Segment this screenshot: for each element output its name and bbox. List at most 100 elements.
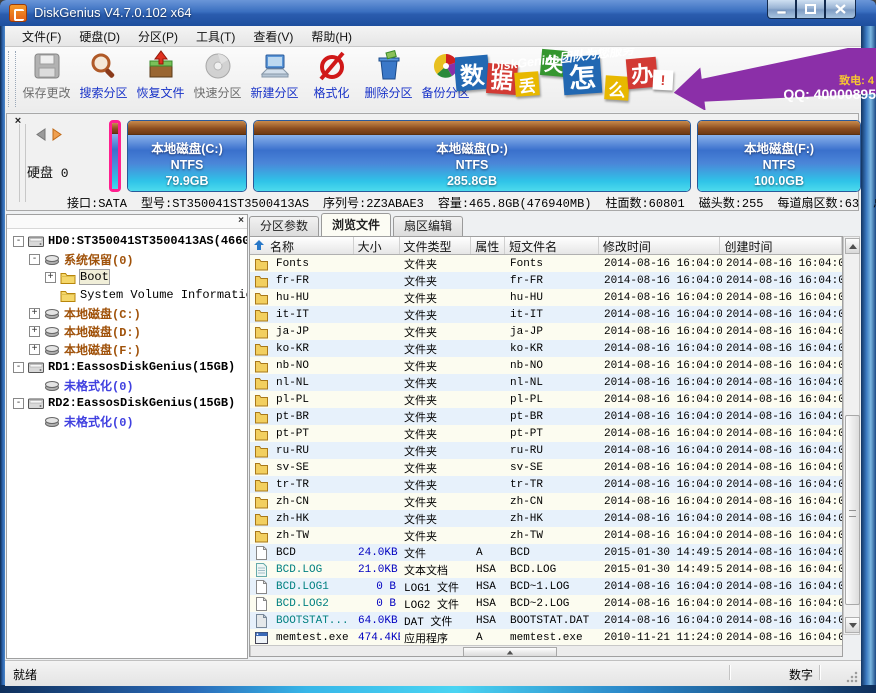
horizontal-scrollbar-thumb[interactable]	[463, 647, 557, 657]
table-row[interactable]: zh-CN文件夹zh-CN2014-08-16 16:04:032014-08-…	[250, 493, 842, 510]
tab-扇区编辑[interactable]: 扇区编辑	[393, 216, 463, 236]
partition-name: 本地磁盘(F:)	[744, 141, 814, 157]
table-row[interactable]: BCD.LOG21.0KB文本文档HSABCD.LOG2015-01-30 14…	[250, 561, 842, 578]
column-header-6[interactable]: 创建时间	[720, 237, 842, 254]
table-row[interactable]: nl-NL文件夹nl-NL2014-08-16 16:04:032014-08-…	[250, 374, 842, 391]
minimize-button[interactable]	[767, 0, 796, 19]
table-row[interactable]: BCD.LOG20 BLOG2 文件HSABCD~2.LOG2014-08-16…	[250, 595, 842, 612]
scroll-down-button[interactable]	[845, 617, 860, 633]
next-disk-arrow-icon[interactable]	[52, 128, 63, 141]
ad-banner[interactable]: 数据丢失怎么办! DiskGenius团队为您服务 致电: 4 QQ: 4000…	[455, 48, 876, 110]
menu-item-2[interactable]: 分区(P)	[129, 26, 187, 47]
tree-item-0[interactable]: -HD0:ST350041ST3500413AS(466GB)	[7, 232, 247, 250]
table-row[interactable]: ru-RU文件夹ru-RU2014-08-16 16:04:032014-08-…	[250, 442, 842, 459]
cell-created: 2014-08-16 16:04:03	[722, 292, 842, 304]
table-row[interactable]: sv-SE文件夹sv-SE2014-08-16 16:04:032014-08-…	[250, 459, 842, 476]
toolbar-button-delete[interactable]: 删除分区	[360, 50, 417, 108]
ad-tile-0: 数	[455, 55, 490, 92]
table-row[interactable]: pt-PT文件夹pt-PT2014-08-16 16:04:032014-08-…	[250, 425, 842, 442]
cell-size: 0 B	[354, 581, 400, 593]
horizontal-scrollbar[interactable]	[250, 645, 843, 657]
resize-grip[interactable]	[846, 671, 858, 683]
column-header-4[interactable]: 短文件名	[505, 237, 599, 254]
tree-panel-close-icon[interactable]: ×	[238, 215, 244, 227]
toolbar-button-format[interactable]: 格式化	[303, 50, 360, 108]
tab-浏览文件[interactable]: 浏览文件	[321, 213, 391, 236]
folder-icon	[250, 427, 272, 441]
column-header-5[interactable]: 修改时间	[599, 237, 721, 254]
partition-size: 285.8GB	[447, 173, 497, 189]
tree-expand-icon[interactable]: -	[13, 362, 24, 373]
tree-item-7[interactable]: -RD1:EassosDiskGenius(15GB)	[7, 358, 247, 376]
column-header-0[interactable]: 名称	[250, 237, 354, 254]
partition-bar-1[interactable]: 本地磁盘(C:)NTFS79.9GB	[127, 120, 247, 192]
tree-item-3[interactable]: System Volume Information	[7, 286, 247, 304]
tree-item-10[interactable]: 未格式化(0)	[7, 412, 247, 430]
maximize-button[interactable]	[796, 0, 825, 19]
cell-modified: 2010-11-21 11:24:03	[600, 632, 722, 644]
table-row[interactable]: pl-PL文件夹pl-PL2014-08-16 16:04:032014-08-…	[250, 391, 842, 408]
tree-expand-icon[interactable]: +	[45, 272, 56, 283]
table-row[interactable]: BCD24.0KB文件ABCD2015-01-30 14:49:542014-0…	[250, 544, 842, 561]
table-row[interactable]: it-IT文件夹it-IT2014-08-16 16:04:032014-08-…	[250, 306, 842, 323]
table-row[interactable]: zh-HK文件夹zh-HK2014-08-16 16:04:032014-08-…	[250, 510, 842, 527]
title-bar[interactable]: DiskGenius V4.7.0.102 x64	[0, 0, 876, 27]
tree-expand-icon[interactable]: -	[13, 398, 24, 409]
menu-item-4[interactable]: 查看(V)	[244, 26, 302, 47]
toolbar-button-search[interactable]: 搜索分区	[75, 50, 132, 108]
cell-type: 文件夹	[400, 528, 472, 544]
tree-expand-icon[interactable]: +	[29, 308, 40, 319]
toolbar-button-new-partition[interactable]: 新建分区	[246, 50, 303, 108]
table-row[interactable]: ko-KR文件夹ko-KR2014-08-16 16:04:032014-08-…	[250, 340, 842, 357]
tree-expand-icon[interactable]: -	[13, 236, 24, 247]
tree-expand-icon[interactable]: -	[29, 254, 40, 265]
partition-bar-3[interactable]: 本地磁盘(F:)NTFS100.0GB	[697, 120, 861, 192]
tree-item-4[interactable]: +本地磁盘(C:)	[7, 304, 247, 322]
folder-icon	[250, 376, 272, 390]
partition-bar-selected[interactable]	[109, 120, 121, 192]
tree-item-5[interactable]: +本地磁盘(D:)	[7, 322, 247, 340]
table-row[interactable]: nb-NO文件夹nb-NO2014-08-16 16:04:032014-08-…	[250, 357, 842, 374]
menu-item-0[interactable]: 文件(F)	[13, 26, 70, 47]
toolbar-button-quick-partition[interactable]: 快速分区	[189, 50, 246, 108]
tab-分区参数[interactable]: 分区参数	[249, 216, 319, 236]
toolbar-button-label: 快速分区	[193, 84, 241, 101]
tree-item-9[interactable]: -RD2:EassosDiskGenius(15GB)	[7, 394, 247, 412]
tree-item-1[interactable]: -系统保留(0)	[7, 250, 247, 268]
table-row[interactable]: zh-TW文件夹zh-TW2014-08-16 16:04:032014-08-…	[250, 527, 842, 544]
tree-item-6[interactable]: +本地磁盘(F:)	[7, 340, 247, 358]
table-row[interactable]: memtest.exe474.4KB应用程序Amemtest.exe2010-1…	[250, 629, 842, 646]
column-header-2[interactable]: 文件类型	[400, 237, 472, 254]
tree-panel-header: ×	[7, 215, 247, 229]
tree-item-8[interactable]: 未格式化(0)	[7, 376, 247, 394]
vertical-scrollbar-thumb[interactable]	[845, 415, 860, 605]
toolbar-grip[interactable]	[8, 51, 16, 107]
toolbar-button-recover[interactable]: 恢复文件	[132, 50, 189, 108]
menu-item-3[interactable]: 工具(T)	[187, 26, 244, 47]
table-row[interactable]: BOOTSTAT...64.0KBDAT 文件HSABOOTSTAT.DAT20…	[250, 612, 842, 629]
menu-item-1[interactable]: 硬盘(D)	[70, 26, 129, 47]
table-row[interactable]: fr-FR文件夹fr-FR2014-08-16 16:04:032014-08-…	[250, 272, 842, 289]
partition-bar-2[interactable]: 本地磁盘(D:)NTFS285.8GB	[253, 120, 691, 192]
column-header-1[interactable]: 大小	[354, 237, 400, 254]
scroll-up-button[interactable]	[845, 238, 860, 254]
cell-name: hu-HU	[272, 292, 354, 304]
close-button[interactable]	[825, 0, 856, 19]
disk-panel-grip[interactable]	[19, 124, 26, 202]
cell-type: 文件夹	[400, 494, 472, 510]
menu-item-5[interactable]: 帮助(H)	[302, 26, 361, 47]
table-row[interactable]: ja-JP文件夹ja-JP2014-08-16 16:04:032014-08-…	[250, 323, 842, 340]
prev-disk-arrow-icon[interactable]	[35, 128, 46, 141]
tree-expand-icon[interactable]: +	[29, 326, 40, 337]
tree-item-2[interactable]: +Boot	[7, 268, 247, 286]
vertical-scrollbar[interactable]	[843, 236, 860, 635]
table-row[interactable]: hu-HU文件夹hu-HU2014-08-16 16:04:032014-08-…	[250, 289, 842, 306]
table-row[interactable]: Fonts文件夹Fonts2014-08-16 16:04:032014-08-…	[250, 255, 842, 272]
toolbar-button-save[interactable]: 保存更改	[18, 50, 75, 108]
table-row[interactable]: tr-TR文件夹tr-TR2014-08-16 16:04:032014-08-…	[250, 476, 842, 493]
tree-expand-icon[interactable]: +	[29, 344, 40, 355]
table-row[interactable]: BCD.LOG10 BLOG1 文件HSABCD~1.LOG2014-08-16…	[250, 578, 842, 595]
table-row[interactable]: pt-BR文件夹pt-BR2014-08-16 16:04:032014-08-…	[250, 408, 842, 425]
column-header-3[interactable]: 属性	[471, 237, 505, 254]
cell-modified: 2014-08-16 16:04:03	[600, 513, 722, 525]
